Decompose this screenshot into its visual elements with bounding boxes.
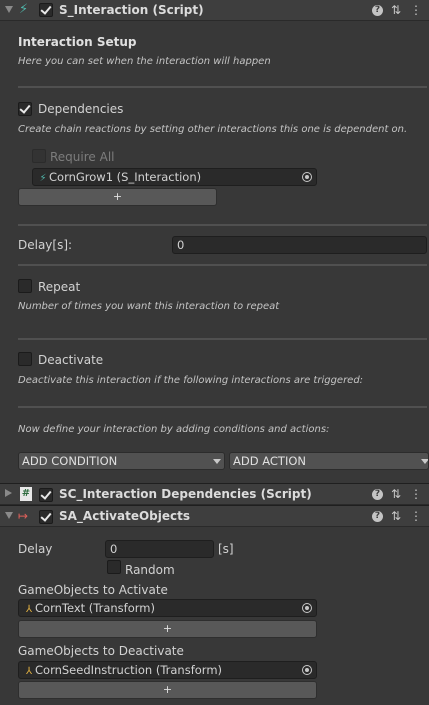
repeat-label: Repeat	[38, 280, 81, 294]
add-action-dropdown[interactable]: ADD ACTION	[229, 452, 429, 470]
presets-icon[interactable]: ⇅	[389, 3, 403, 17]
divider	[18, 224, 427, 226]
object-picker-icon[interactable]	[302, 603, 312, 613]
context-menu-icon[interactable]: ⋮	[409, 509, 423, 523]
random-checkbox[interactable]	[107, 560, 121, 574]
dependency-object-field[interactable]: ⚡ CornGrow1 (S_Interaction)	[32, 168, 317, 186]
dropdown-arrow-icon	[421, 459, 428, 464]
dependency-object-value: CornGrow1 (S_Interaction)	[49, 170, 202, 184]
deactivate-label: Deactivate	[38, 353, 104, 367]
foldout-arrow-icon[interactable]	[5, 489, 12, 497]
object-picker-icon[interactable]	[302, 665, 312, 675]
dependencies-checkbox[interactable]	[18, 102, 32, 116]
add-activate-object-button[interactable]: +	[18, 620, 317, 638]
add-condition-dropdown[interactable]: ADD CONDITION	[18, 452, 225, 470]
add-dependency-button[interactable]: +	[18, 188, 217, 206]
foldout-arrow-icon[interactable]	[5, 512, 13, 519]
activate-list-label: GameObjects to Activate	[18, 583, 168, 597]
sc-dependencies-header[interactable]: # SC_Interaction Dependencies (Script) ?…	[0, 483, 429, 505]
random-label: Random	[125, 563, 175, 577]
context-menu-icon[interactable]: ⋮	[409, 3, 423, 17]
deactivate-object-value: CornSeedInstruction (Transform)	[35, 663, 223, 677]
deactivate-description: Deactivate this interaction if the follo…	[18, 375, 364, 386]
repeat-description: Number of times you want this interactio…	[18, 301, 280, 312]
component-enabled-checkbox[interactable]	[39, 510, 53, 524]
component-title: S_Interaction (Script)	[59, 3, 204, 17]
setup-title: Interaction Setup	[18, 35, 137, 49]
delay-label: Delay[s]:	[18, 238, 73, 252]
sa-delay-label: Delay	[18, 542, 53, 556]
help-icon[interactable]: ?	[372, 5, 383, 16]
dependencies-label: Dependencies	[38, 102, 124, 116]
s-interaction-header[interactable]: ⚡ S_Interaction (Script) ? ⇅ ⋮	[0, 0, 429, 21]
csharp-script-icon: #	[20, 487, 32, 501]
help-icon[interactable]: ?	[372, 511, 383, 522]
require-all-label: Require All	[50, 150, 115, 164]
divider	[18, 338, 427, 340]
delay-unit-label: [s]	[218, 542, 234, 556]
deactivate-object-field[interactable]: ⅄ CornSeedInstruction (Transform)	[18, 661, 317, 679]
help-icon[interactable]: ?	[372, 489, 383, 500]
component-enabled-checkbox[interactable]	[39, 3, 53, 17]
delay-input[interactable]: 0	[172, 236, 427, 254]
interaction-script-icon: ⚡	[39, 173, 47, 184]
add-condition-label: ADD CONDITION	[22, 454, 118, 468]
object-picker-icon[interactable]	[302, 172, 312, 182]
component-enabled-checkbox[interactable]	[39, 488, 53, 502]
add-action-label: ADD ACTION	[233, 454, 306, 468]
dependencies-description: Create chain reactions by setting other …	[18, 124, 408, 135]
presets-icon[interactable]: ⇅	[389, 487, 403, 501]
sa-delay-input[interactable]: 0	[105, 540, 214, 558]
presets-icon[interactable]: ⇅	[389, 509, 403, 523]
divider	[18, 406, 427, 408]
interaction-script-icon: ⚡	[19, 2, 29, 17]
setup-description: Here you can set when the interaction wi…	[18, 56, 271, 67]
transform-icon: ⅄	[25, 666, 33, 677]
sa-activate-header[interactable]: ↦ SA_ActivateObjects ? ⇅ ⋮	[0, 505, 429, 527]
deactivate-list-label: GameObjects to Deactivate	[18, 644, 184, 658]
activate-objects-icon: ↦	[18, 509, 29, 523]
divider	[18, 86, 427, 88]
dropdown-arrow-icon	[213, 459, 221, 464]
define-interaction-text: Now define your interaction by adding co…	[18, 424, 330, 435]
deactivate-checkbox[interactable]	[18, 352, 32, 366]
repeat-checkbox[interactable]	[18, 279, 32, 293]
component-title: SC_Interaction Dependencies (Script)	[59, 487, 312, 501]
activate-object-value: CornText (Transform)	[35, 601, 155, 615]
require-all-checkbox[interactable]	[32, 149, 46, 163]
component-title: SA_ActivateObjects	[59, 509, 191, 523]
add-deactivate-object-button[interactable]: +	[18, 681, 317, 699]
transform-icon: ⅄	[25, 604, 33, 615]
context-menu-icon[interactable]: ⋮	[409, 487, 423, 501]
foldout-arrow-icon[interactable]	[5, 6, 13, 13]
divider	[18, 264, 427, 266]
activate-object-field[interactable]: ⅄ CornText (Transform)	[18, 599, 317, 617]
